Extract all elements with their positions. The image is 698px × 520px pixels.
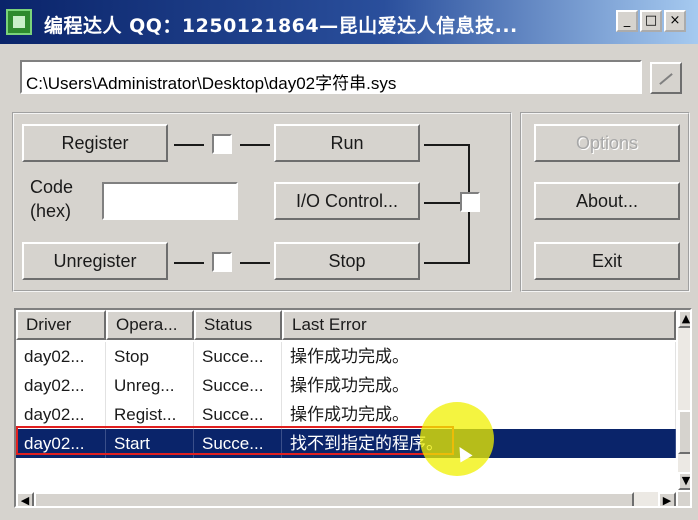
unregister-checkbox[interactable] <box>212 252 232 272</box>
vertical-scroll-thumb[interactable] <box>678 410 690 454</box>
highlight-annotation <box>16 426 454 455</box>
horizontal-scrollbar[interactable]: ◀ ▶ <box>16 492 676 506</box>
cell-driver: day02... <box>16 342 106 371</box>
table-row[interactable]: day02... Unreg... Succe... 操作成功完成。 <box>16 371 676 400</box>
title-bar[interactable]: 编程达人 QQ：1250121864—昆山爱达人信息技... _ □ × <box>0 0 698 44</box>
cell-operation: Regist... <box>106 400 194 429</box>
connector-line <box>424 262 470 264</box>
window-title: 编程达人 QQ：1250121864—昆山爱达人信息技... <box>44 15 518 37</box>
code-label: Code <box>30 177 74 197</box>
cell-status: Succe... <box>194 371 282 400</box>
scroll-down-button[interactable]: ▼ <box>678 472 690 490</box>
cursor-highlight <box>420 402 494 476</box>
table-row[interactable]: day02... Regist... Succe... 操作成功完成。 <box>16 400 676 429</box>
column-header-operation[interactable]: Opera... <box>106 310 194 340</box>
cell-status: Succe... <box>194 400 282 429</box>
cell-last-error: 操作成功完成。 <box>282 371 676 400</box>
connector-line <box>174 144 204 146</box>
app-icon <box>6 9 32 35</box>
io-control-button[interactable]: I/O Control... <box>274 182 420 220</box>
horizontal-scroll-thumb[interactable] <box>34 492 634 506</box>
maximize-button[interactable]: □ <box>640 10 662 32</box>
results-table[interactable]: Driver Opera... Status Last Error day02.… <box>14 308 692 508</box>
register-button[interactable]: Register <box>22 124 168 162</box>
stop-button[interactable]: Stop <box>274 242 420 280</box>
scroll-up-button[interactable]: ▲ <box>678 310 690 328</box>
close-button[interactable]: × <box>664 10 686 32</box>
driver-path-field[interactable]: C:\Users\Administrator\Desktop\day02字符串.… <box>20 60 642 94</box>
minimize-button[interactable]: _ <box>616 10 638 32</box>
table-header: Driver Opera... Status Last Error <box>16 310 676 340</box>
connector-line <box>240 144 270 146</box>
run-button[interactable]: Run <box>274 124 420 162</box>
cell-driver: day02... <box>16 400 106 429</box>
connector-line <box>240 262 270 264</box>
column-header-last-error[interactable]: Last Error <box>282 310 676 340</box>
connector-line <box>424 144 470 146</box>
options-button[interactable]: Options <box>534 124 680 162</box>
column-header-driver[interactable]: Driver <box>16 310 106 340</box>
run-state-checkbox[interactable] <box>460 192 480 212</box>
cell-operation: Stop <box>106 342 194 371</box>
exit-button[interactable]: Exit <box>534 242 680 280</box>
table-row[interactable]: day02... Stop Succe... 操作成功完成。 <box>16 342 676 371</box>
register-checkbox[interactable] <box>212 134 232 154</box>
cell-last-error: 操作成功完成。 <box>282 342 676 371</box>
driver-path-text: C:\Users\Administrator\Desktop\day02字符串.… <box>26 74 397 93</box>
cell-status: Succe... <box>194 342 282 371</box>
browse-button[interactable] <box>650 62 682 94</box>
column-header-status[interactable]: Status <box>194 310 282 340</box>
code-hex-input[interactable] <box>102 182 238 220</box>
cell-operation: Unreg... <box>106 371 194 400</box>
cell-driver: day02... <box>16 371 106 400</box>
connector-line <box>174 262 204 264</box>
about-button[interactable]: About... <box>534 182 680 220</box>
scroll-left-button[interactable]: ◀ <box>16 492 34 506</box>
connector-line <box>424 202 460 204</box>
scroll-right-button[interactable]: ▶ <box>658 492 676 506</box>
unregister-button[interactable]: Unregister <box>22 242 168 280</box>
scrollbar-corner <box>678 492 690 506</box>
code-hex-label: (hex) <box>30 201 72 221</box>
vertical-scrollbar[interactable]: ▲ ▼ <box>678 310 690 490</box>
